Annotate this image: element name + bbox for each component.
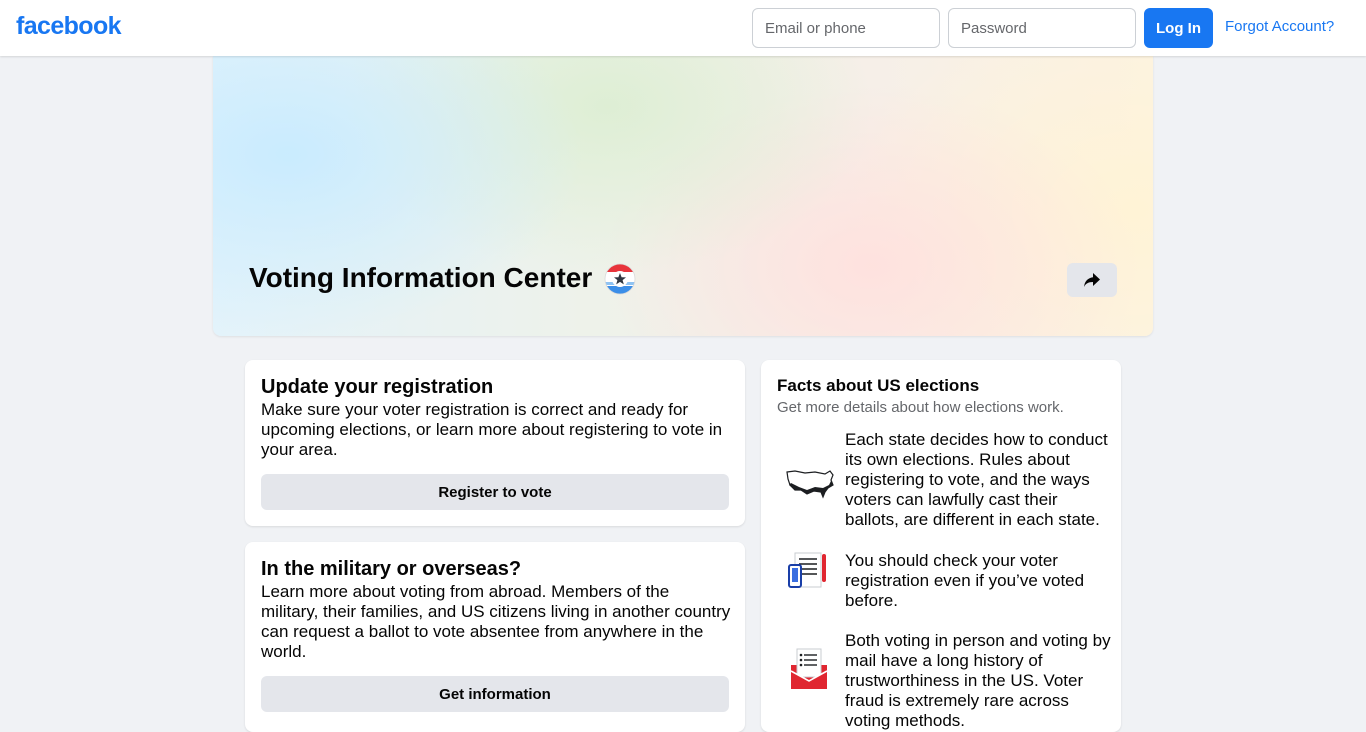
card-title: Update your registration [261,376,494,398]
card-description: Learn more about voting from abroad. Mem… [261,582,731,661]
phone-checklist-icon [788,552,826,588]
card-title: In the military or overseas? [261,558,522,580]
mail-ballot-icon [790,648,828,689]
share-arrow-icon [1084,273,1100,287]
fact-text: Each state decides how to conduct its ow… [845,430,1108,529]
fact-text: You should check your voter registration… [845,551,1085,610]
page-title: Voting Information Center [249,262,593,293]
us-map-icon [786,470,834,499]
vote-star-badge-icon [604,263,636,295]
register-to-vote-button[interactable]: Register to vote [261,474,729,510]
facebook-logo[interactable]: facebook [16,12,122,41]
forgot-account-link[interactable]: Forgot Account? [1225,18,1334,35]
facts-title: Facts about US elections [777,376,980,395]
get-information-button[interactable]: Get information [261,676,729,712]
share-button[interactable] [1067,263,1117,297]
facts-subtitle: Get more details about how elections wor… [777,399,1064,416]
top-bar: facebook Log In Forgot Account? [0,0,1366,56]
login-button[interactable]: Log In [1144,8,1213,48]
fact-text: Both voting in person and voting by mail… [845,631,1111,730]
email-input[interactable] [752,8,940,48]
password-input[interactable] [948,8,1136,48]
facts-about-elections-card: Facts about US elections Get more detail… [761,360,1121,732]
military-overseas-card: In the military or overseas? Learn more … [245,542,745,732]
update-registration-card: Update your registration Make sure your … [245,360,745,526]
hero-banner: Voting Information Center [213,56,1153,336]
card-description: Make sure your voter registration is cor… [261,400,723,459]
